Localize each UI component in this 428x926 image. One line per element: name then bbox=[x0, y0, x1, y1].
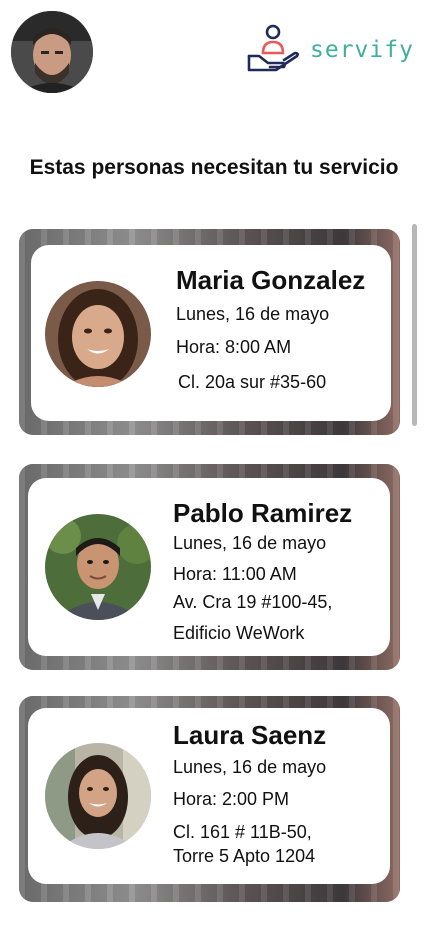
request-address: Av. Cra 19 #100-45, bbox=[173, 592, 333, 612]
person-photo bbox=[45, 514, 151, 620]
request-time: Hora: 8:00 AM bbox=[176, 337, 292, 357]
request-address: Cl. 20a sur #35-60 bbox=[178, 372, 327, 392]
person-photo bbox=[45, 743, 151, 849]
request-details: Pablo Ramirez Lunes, 16 de mayo Hora: 11… bbox=[173, 498, 382, 650]
request-time: Hora: 11:00 AM bbox=[173, 564, 297, 584]
scrollbar[interactable] bbox=[412, 224, 417, 426]
request-address-line-2: Edificio WeWork bbox=[173, 623, 305, 643]
request-card-laura[interactable]: Laura Saenz Lunes, 16 de mayo Hora: 2:00… bbox=[19, 696, 400, 902]
request-address-line-2: Torre 5 Apto 1204 bbox=[173, 846, 316, 866]
request-date: Lunes, 16 de mayo bbox=[176, 304, 330, 324]
user-avatar[interactable] bbox=[11, 11, 93, 93]
page-heading: Estas personas necesitan tu servicio bbox=[29, 156, 399, 179]
brand-logo: servify bbox=[246, 22, 414, 78]
request-details: Maria Gonzalez Lunes, 16 de mayo Hora: 8… bbox=[176, 265, 383, 397]
person-name: Maria Gonzalez bbox=[176, 265, 366, 295]
request-details: Laura Saenz Lunes, 16 de mayo Hora: 2:00… bbox=[173, 720, 382, 868]
request-date: Lunes, 16 de mayo bbox=[173, 533, 327, 553]
request-address: Cl. 161 # 11B-50, bbox=[173, 822, 312, 842]
request-card-pablo[interactable]: Pablo Ramirez Lunes, 16 de mayo Hora: 11… bbox=[19, 464, 400, 670]
request-card-maria[interactable]: Maria Gonzalez Lunes, 16 de mayo Hora: 8… bbox=[19, 229, 400, 435]
request-card-content: Maria Gonzalez Lunes, 16 de mayo Hora: 8… bbox=[31, 245, 391, 421]
request-card-content: Laura Saenz Lunes, 16 de mayo Hora: 2:00… bbox=[28, 708, 390, 884]
person-photo bbox=[45, 281, 151, 387]
request-date: Lunes, 16 de mayo bbox=[173, 757, 327, 777]
hand-holding-person-icon bbox=[246, 23, 300, 78]
person-name: Pablo Ramirez bbox=[173, 498, 353, 528]
request-time: Hora: 2:00 PM bbox=[173, 789, 290, 809]
person-name: Laura Saenz bbox=[173, 720, 327, 750]
brand-name: servify bbox=[310, 37, 414, 63]
request-card-content: Pablo Ramirez Lunes, 16 de mayo Hora: 11… bbox=[28, 478, 390, 656]
